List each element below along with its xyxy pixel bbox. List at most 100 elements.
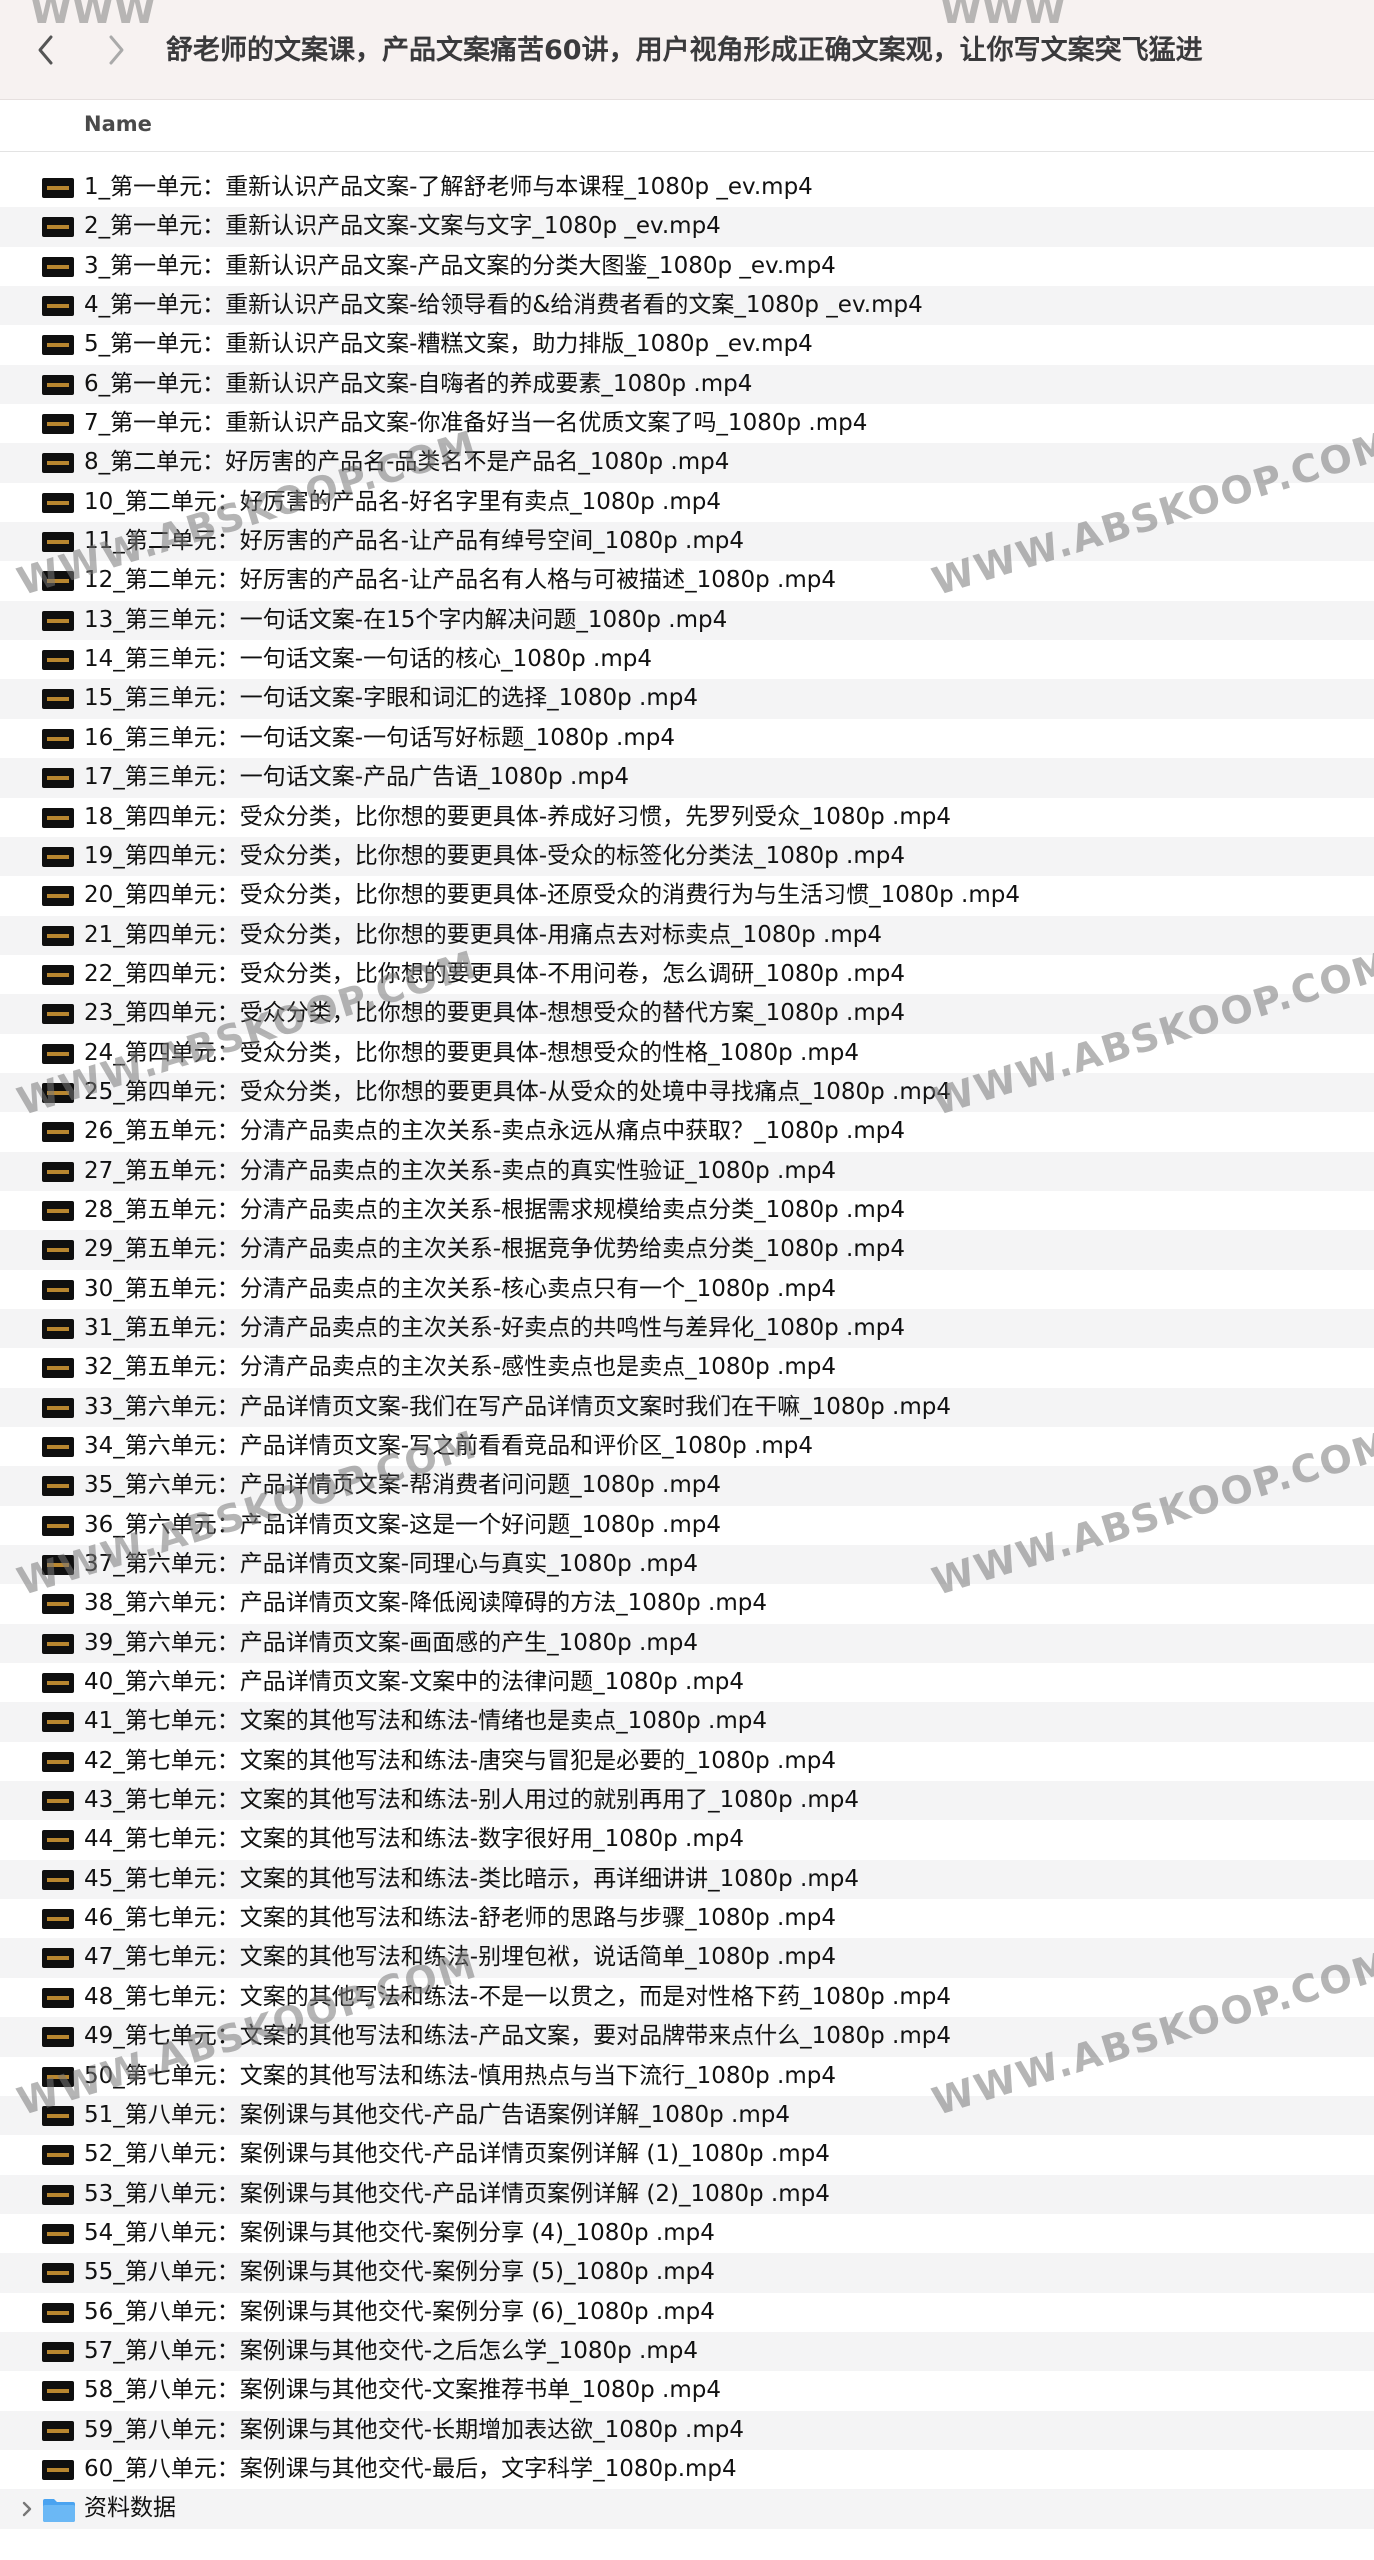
video-thumbnail-icon — [42, 2341, 74, 2362]
video-thumbnail-icon — [42, 453, 74, 474]
file-row[interactable]: 17_第三单元：一句话文案-产品广告语_1080p .mp4 — [0, 758, 1374, 798]
file-name: 38_第六单元：产品详情页文案-降低阅读障碍的方法_1080p .mp4 — [84, 1590, 767, 1617]
file-row[interactable]: 18_第四单元：受众分类，比你想的要更具体-养成好习惯，先罗列受众_1080p … — [0, 798, 1374, 837]
file-row[interactable]: 5_第一单元：重新认识产品文案-糟糕文案，助力排版_1080p _ev.mp4 — [0, 325, 1374, 364]
file-row[interactable]: 25_第四单元：受众分类，比你想的要更具体-从受众的处境中寻找痛点_1080p … — [0, 1072, 1374, 1113]
folder-row[interactable]: 资料数据 — [0, 2489, 1374, 2529]
file-row[interactable]: 50_第七单元：文案的其他写法和练法-慎用热点与当下流行_1080p .mp4 — [0, 2057, 1374, 2096]
file-row[interactable]: 44_第七单元：文案的其他写法和练法-数字很好用_1080p .mp4 — [0, 1820, 1374, 1859]
file-row[interactable]: 10_第二单元：好厉害的产品名-好名字里有卖点_1080p .mp4 — [0, 483, 1374, 522]
file-row[interactable]: 35_第六单元：产品详情页文案-帮消费者问问题_1080p .mp4 — [0, 1466, 1374, 1506]
file-row[interactable]: 38_第六单元：产品详情页文案-降低阅读障碍的方法_1080p .mp4 — [0, 1584, 1374, 1623]
video-thumbnail-icon — [42, 256, 74, 277]
video-thumbnail-icon — [42, 728, 74, 749]
video-thumbnail-icon — [42, 2145, 74, 2166]
file-row[interactable]: 30_第五单元：分清产品卖点的主次关系-核心卖点只有一个_1080p .mp4 — [0, 1270, 1374, 1309]
file-row[interactable]: 20_第四单元：受众分类，比你想的要更具体-还原受众的消费行为与生活习惯_108… — [0, 876, 1374, 915]
file-row[interactable]: 33_第六单元：产品详情页文案-我们在写产品详情页文案时我们在干嘛_1080p … — [0, 1387, 1374, 1427]
file-row[interactable]: 59_第八单元：案例课与其他交代-长期增加表达欲_1080p .mp4 — [0, 2410, 1374, 2450]
video-thumbnail-icon — [42, 414, 74, 435]
file-row[interactable]: 15_第三单元：一句话文案-字眼和词汇的选择_1080p .mp4 — [0, 679, 1374, 719]
file-row[interactable]: 21_第四单元：受众分类，比你想的要更具体-用痛点去对标卖点_1080p .mp… — [0, 915, 1374, 955]
file-row[interactable]: 23_第四单元：受众分类，比你想的要更具体-想想受众的替代方案_1080p .m… — [0, 994, 1374, 1034]
file-row[interactable]: 26_第五单元：分清产品卖点的主次关系-卖点永远从痛点中获取？_1080p .m… — [0, 1112, 1374, 1151]
file-row[interactable]: 34_第六单元：产品详情页文案-写之前看看竞品和评价区_1080p .mp4 — [0, 1427, 1374, 1466]
file-row[interactable]: 45_第七单元：文案的其他写法和练法-类比暗示，再详细讲讲_1080p .mp4 — [0, 1859, 1374, 1900]
file-row[interactable]: 29_第五单元：分清产品卖点的主次关系-根据竞争优势给卖点分类_1080p .m… — [0, 1230, 1374, 1270]
file-name: 57_第八单元：案例课与其他交代-之后怎么学_1080p .mp4 — [84, 2337, 698, 2364]
file-name: 5_第一单元：重新认识产品文案-糟糕文案，助力排版_1080p _ev.mp4 — [84, 331, 813, 358]
file-row[interactable]: 28_第五单元：分清产品卖点的主次关系-根据需求规模给卖点分类_1080p .m… — [0, 1191, 1374, 1230]
back-button[interactable] — [26, 28, 66, 72]
file-row[interactable]: 7_第一单元：重新认识产品文案-你准备好当一名优质文案了吗_1080p .mp4 — [0, 404, 1374, 443]
file-row[interactable]: 42_第七单元：文案的其他写法和练法-唐突与冒犯是必要的_1080p .mp4 — [0, 1742, 1374, 1781]
file-name: 29_第五单元：分清产品卖点的主次关系-根据竞争优势给卖点分类_1080p .m… — [84, 1236, 905, 1263]
file-row[interactable]: 27_第五单元：分清产品卖点的主次关系-卖点的真实性验证_1080p .mp4 — [0, 1151, 1374, 1191]
file-name: 47_第七单元：文案的其他写法和练法-别埋包袱，说话简单_1080p .mp4 — [84, 1944, 836, 1971]
video-thumbnail-icon — [42, 886, 74, 907]
forward-button[interactable] — [96, 28, 136, 72]
file-row[interactable]: 55_第八单元：案例课与其他交代-案例分享 (5)_1080p .mp4 — [0, 2253, 1374, 2293]
file-row[interactable]: 2_第一单元：重新认识产品文案-文案与文字_1080p _ev.mp4 — [0, 207, 1374, 247]
file-name: 6_第一单元：重新认识产品文案-自嗨者的养成要素_1080p .mp4 — [84, 370, 753, 397]
file-name: 1_第一单元：重新认识产品文案-了解舒老师与本课程_1080p _ev.mp4 — [84, 174, 813, 200]
video-thumbnail-icon — [42, 1555, 74, 1576]
file-row[interactable]: 39_第六单元：产品详情页文案-画面感的产生_1080p .mp4 — [0, 1623, 1374, 1664]
video-thumbnail-icon — [42, 2027, 74, 2048]
file-row[interactable]: 19_第四单元：受众分类，比你想的要更具体-受众的标签化分类法_1080p .m… — [0, 836, 1374, 877]
file-row[interactable]: 22_第四单元：受众分类，比你想的要更具体-不用问卷，怎么调研_1080p .m… — [0, 955, 1374, 994]
file-row[interactable]: 37_第六单元：产品详情页文案-同理心与真实_1080p .mp4 — [0, 1545, 1374, 1585]
file-row[interactable]: 57_第八单元：案例课与其他交代-之后怎么学_1080p .mp4 — [0, 2331, 1374, 2372]
file-row[interactable]: 46_第七单元：文案的其他写法和练法-舒老师的思路与步骤_1080p .mp4 — [0, 1899, 1374, 1938]
file-name: 49_第七单元：文案的其他写法和练法-产品文案，要对品牌带来点什么_1080p … — [84, 2023, 951, 2050]
video-thumbnail-icon — [42, 1200, 74, 1221]
video-thumbnail-icon — [42, 689, 74, 710]
file-row[interactable]: 13_第三单元：一句话文案-在15个字内解决问题_1080p .mp4 — [0, 600, 1374, 641]
file-row[interactable]: 60_第八单元：案例课与其他交代-最后，文字科学_1080p.mp4 — [0, 2450, 1374, 2489]
video-thumbnail-icon — [42, 1830, 74, 1851]
file-row[interactable]: 11_第二单元：好厉害的产品名-让产品有绰号空间_1080p .mp4 — [0, 522, 1374, 562]
file-row[interactable]: 41_第七单元：文案的其他写法和练法-情绪也是卖点_1080p .mp4 — [0, 1702, 1374, 1742]
video-thumbnail-icon — [42, 492, 74, 513]
video-thumbnail-icon — [42, 1397, 74, 1418]
file-name: 30_第五单元：分清产品卖点的主次关系-核心卖点只有一个_1080p .mp4 — [84, 1275, 836, 1302]
disclosure-triangle-icon[interactable] — [18, 2498, 36, 2520]
column-header-name[interactable]: Name — [84, 112, 152, 136]
file-row[interactable]: 40_第六单元：产品详情页文案-文案中的法律问题_1080p .mp4 — [0, 1663, 1374, 1702]
file-row[interactable]: 16_第三单元：一句话文案-一句话写好标题_1080p .mp4 — [0, 719, 1374, 758]
file-row[interactable]: 3_第一单元：重新认识产品文案-产品文案的分类大图鉴_1080p _ev.mp4 — [0, 247, 1374, 286]
folder-icon — [43, 2499, 75, 2523]
file-row[interactable]: 52_第八单元：案例课与其他交代-产品详情页案例详解 (1)_1080p .mp… — [0, 2135, 1374, 2174]
file-name: 13_第三单元：一句话文案-在15个字内解决问题_1080p .mp4 — [84, 606, 728, 633]
file-name: 3_第一单元：重新认识产品文案-产品文案的分类大图鉴_1080p _ev.mp4 — [84, 252, 836, 279]
file-name: 37_第六单元：产品详情页文案-同理心与真实_1080p .mp4 — [84, 1551, 698, 1578]
file-row[interactable]: 58_第八单元：案例课与其他交代-文案推荐书单_1080p .mp4 — [0, 2371, 1374, 2410]
file-row[interactable]: 12_第二单元：好厉害的产品名-让产品名有人格与可被描述_1080p .mp4 — [0, 561, 1374, 600]
file-row[interactable]: 48_第七单元：文案的其他写法和练法-不是一以贯之，而是对性格下药_1080p … — [0, 1978, 1374, 2017]
file-row[interactable]: 4_第一单元：重新认识产品文案-给领导看的&给消费者看的文案_1080p _ev… — [0, 286, 1374, 326]
file-name: 4_第一单元：重新认识产品文案-给领导看的&给消费者看的文案_1080p _ev… — [84, 292, 923, 319]
file-row[interactable]: 36_第六单元：产品详情页文案-这是一个好问题_1080p .mp4 — [0, 1506, 1374, 1545]
file-row[interactable]: 8_第二单元：好厉害的产品名-品类名不是产品名_1080p .mp4 — [0, 443, 1374, 483]
file-row[interactable]: 51_第八单元：案例课与其他交代-产品广告语案例详解_1080p .mp4 — [0, 2095, 1374, 2136]
file-row[interactable]: 24_第四单元：受众分类，比你想的要更具体-想想受众的性格_1080p .mp4 — [0, 1034, 1374, 1073]
file-row[interactable]: 54_第八单元：案例课与其他交代-案例分享 (4)_1080p .mp4 — [0, 2214, 1374, 2253]
file-row[interactable]: 31_第五单元：分清产品卖点的主次关系-好卖点的共鸣性与差异化_1080p .m… — [0, 1308, 1374, 1349]
file-row[interactable]: 1_第一单元：重新认识产品文案-了解舒老师与本课程_1080p _ev.mp4 — [0, 168, 1374, 207]
file-row[interactable]: 53_第八单元：案例课与其他交代-产品详情页案例详解 (2)_1080p .mp… — [0, 2174, 1374, 2214]
video-thumbnail-icon — [42, 2184, 74, 2205]
file-row[interactable]: 56_第八单元：案例课与其他交代-案例分享 (6)_1080p .mp4 — [0, 2293, 1374, 2332]
file-row[interactable]: 43_第七单元：文案的其他写法和练法-别人用过的就别再用了_1080p .mp4 — [0, 1781, 1374, 1821]
file-name: 23_第四单元：受众分类，比你想的要更具体-想想受众的替代方案_1080p .m… — [84, 1000, 905, 1027]
file-row[interactable]: 47_第七单元：文案的其他写法和练法-别埋包袱，说话简单_1080p .mp4 — [0, 1938, 1374, 1978]
file-name: 8_第二单元：好厉害的产品名-品类名不是产品名_1080p .mp4 — [84, 449, 730, 476]
file-row[interactable]: 6_第一单元：重新认识产品文案-自嗨者的养成要素_1080p .mp4 — [0, 364, 1374, 405]
file-name: 40_第六单元：产品详情页文案-文案中的法律问题_1080p .mp4 — [84, 1669, 744, 1696]
file-name: 39_第六单元：产品详情页文案-画面感的产生_1080p .mp4 — [84, 1629, 698, 1656]
file-row[interactable]: 14_第三单元：一句话文案-一句话的核心_1080p .mp4 — [0, 640, 1374, 679]
file-name: 31_第五单元：分清产品卖点的主次关系-好卖点的共鸣性与差异化_1080p .m… — [84, 1314, 905, 1341]
file-row[interactable]: 32_第五单元：分清产品卖点的主次关系-感性卖点也是卖点_1080p .mp4 — [0, 1348, 1374, 1387]
video-thumbnail-icon — [42, 2381, 74, 2402]
file-name: 34_第六单元：产品详情页文案-写之前看看竞品和评价区_1080p .mp4 — [84, 1433, 813, 1459]
file-row[interactable]: 49_第七单元：文案的其他写法和练法-产品文案，要对品牌带来点什么_1080p … — [0, 2017, 1374, 2057]
